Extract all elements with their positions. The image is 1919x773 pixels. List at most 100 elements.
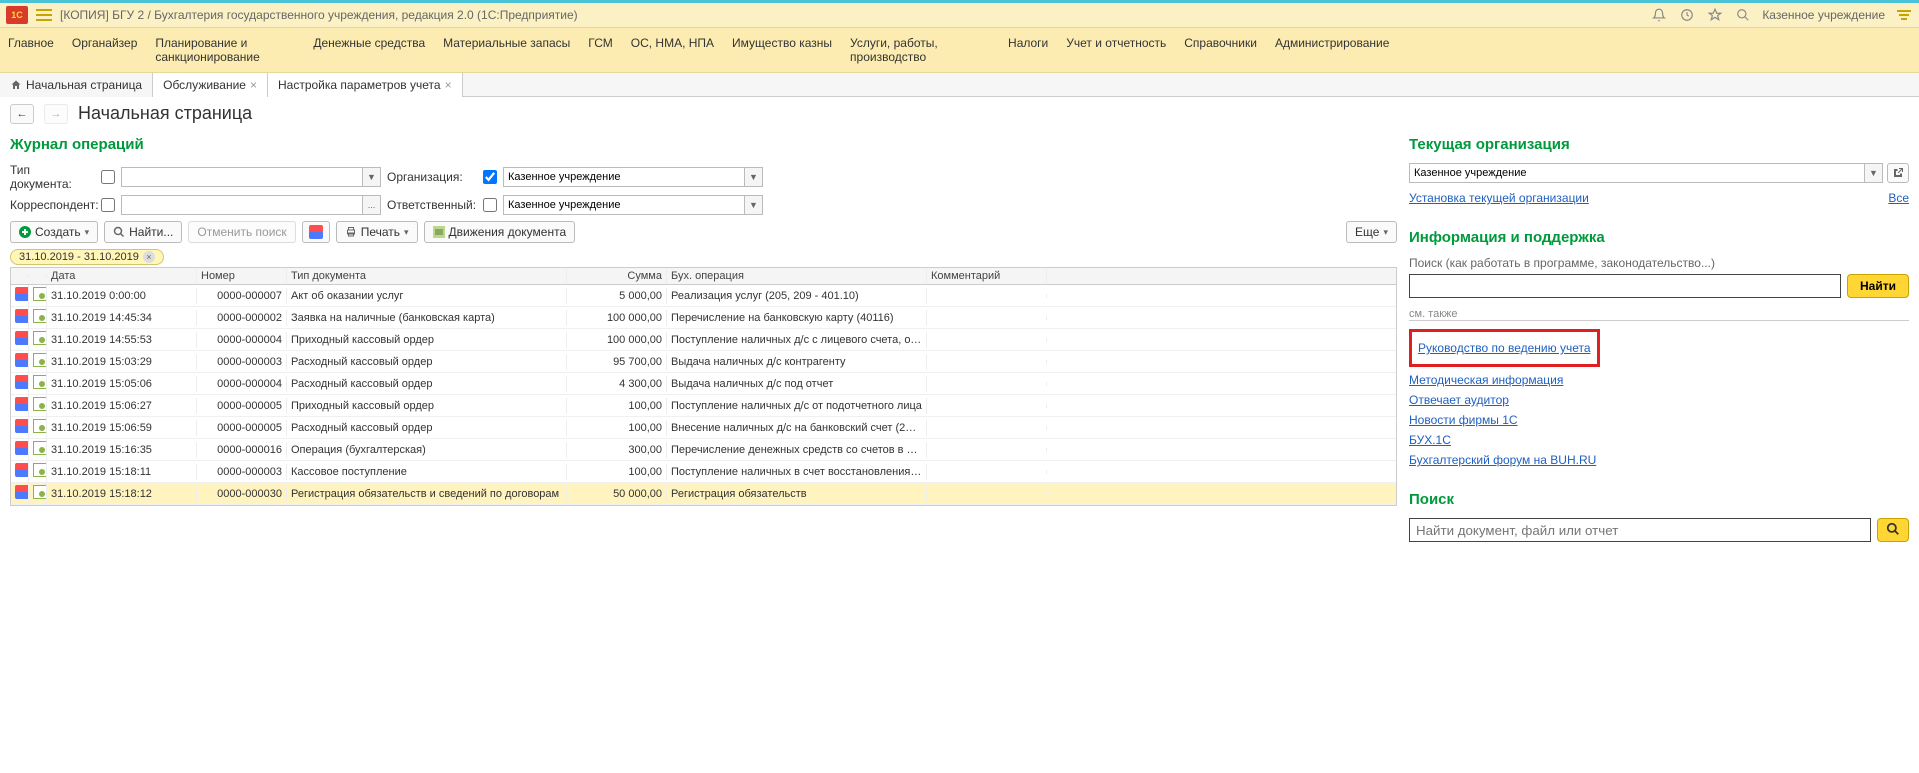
cancel-find-label: Отменить поиск — [197, 225, 286, 239]
table-row[interactable]: 31.10.2019 15:18:110000-000003Кассовое п… — [11, 461, 1396, 483]
close-icon[interactable]: × — [250, 78, 257, 92]
star-icon[interactable] — [1706, 6, 1724, 24]
org-check[interactable] — [483, 170, 497, 184]
page-title: Начальная страница — [78, 103, 252, 124]
history-icon[interactable] — [1678, 6, 1696, 24]
resp-field[interactable] — [503, 195, 745, 215]
dropdown-icon[interactable]: ▼ — [745, 167, 763, 187]
table-row[interactable]: 31.10.2019 14:45:340000-000002Заявка на … — [11, 307, 1396, 329]
doc-type-field[interactable] — [121, 167, 363, 187]
search-hint: Поиск (как работать в программе, законод… — [1409, 256, 1909, 270]
corr-check[interactable] — [101, 198, 115, 212]
burger-icon[interactable] — [36, 9, 52, 21]
open-org-button[interactable] — [1887, 163, 1909, 183]
menu-item[interactable]: ГСМ — [588, 36, 613, 50]
corr-field[interactable] — [121, 195, 363, 215]
more-button[interactable]: Еще▾ — [1346, 221, 1397, 243]
menu-item[interactable]: ОС, НМА, НПА — [631, 36, 714, 50]
info-link[interactable]: БУХ.1С — [1409, 433, 1909, 447]
titlebar: 1C [КОПИЯ] БГУ 2 / Бухгалтерия государст… — [0, 3, 1919, 28]
table-row[interactable]: 31.10.2019 0:00:000000-000007Акт об оказ… — [11, 285, 1396, 307]
info-find-button[interactable]: Найти — [1847, 274, 1909, 298]
table-row[interactable]: 31.10.2019 15:18:120000-000030Регистраци… — [11, 483, 1396, 505]
search-icon[interactable] — [1734, 6, 1752, 24]
date-range-label: 31.10.2019 - 31.10.2019 — [19, 251, 139, 263]
dropdown-icon[interactable]: ▼ — [745, 195, 763, 215]
dtkt-button[interactable] — [302, 221, 330, 243]
global-search-input[interactable] — [1409, 518, 1871, 542]
cell-op: Реализация услуг (205, 209 - 401.10) — [667, 288, 927, 304]
col-doc-type[interactable]: Тип документа — [287, 268, 567, 284]
table-row[interactable]: 31.10.2019 14:55:530000-000004Приходный … — [11, 329, 1396, 351]
info-link[interactable]: Отвечает аудитор — [1409, 393, 1909, 407]
table-row[interactable]: 31.10.2019 15:06:590000-000005Расходный … — [11, 417, 1396, 439]
cell-op: Выдача наличных д/с под отчет — [667, 376, 927, 392]
close-icon[interactable]: × — [445, 78, 452, 92]
menu-item[interactable]: Материальные запасы — [443, 36, 570, 50]
cell-comment — [927, 316, 1047, 320]
table-row[interactable]: 31.10.2019 15:03:290000-000003Расходный … — [11, 351, 1396, 373]
cell-comment — [927, 382, 1047, 386]
menu-item[interactable]: Учет и отчетность — [1066, 36, 1166, 50]
menu-item[interactable]: Главное — [8, 36, 54, 50]
col-sum[interactable]: Сумма — [567, 268, 667, 284]
tab[interactable]: Настройка параметров учета× — [268, 73, 463, 97]
doc-type-check[interactable] — [101, 170, 115, 184]
table-row[interactable]: 31.10.2019 15:05:060000-000004Расходный … — [11, 373, 1396, 395]
cell-date: 31.10.2019 15:06:27 — [47, 398, 197, 414]
menu-item[interactable]: Справочники — [1184, 36, 1257, 50]
menu-item[interactable]: Планирование и санкционирование — [155, 36, 295, 64]
doc-icon — [33, 397, 47, 411]
menu-item[interactable]: Имущество казны — [732, 36, 832, 50]
col-comment[interactable]: Комментарий — [927, 268, 1047, 284]
back-button[interactable]: ← — [10, 104, 34, 124]
bell-icon[interactable] — [1650, 6, 1668, 24]
forward-button[interactable]: → — [44, 104, 68, 124]
table-header: Дата Номер Тип документа Сумма Бух. опер… — [11, 268, 1396, 285]
cancel-find-button[interactable]: Отменить поиск — [188, 221, 295, 243]
create-button[interactable]: Создать ▾ — [10, 221, 98, 243]
org-field[interactable] — [503, 167, 745, 187]
cell-op: Поступление наличных в счет восстановлен… — [667, 464, 927, 480]
dtkt-icon — [15, 353, 29, 367]
tab[interactable]: Обслуживание× — [153, 73, 268, 97]
dropdown-icon[interactable]: ▼ — [363, 167, 381, 187]
info-link[interactable]: Методическая информация — [1409, 373, 1909, 387]
menu-item[interactable]: Органайзер — [72, 36, 138, 50]
info-link[interactable]: Руководство по ведению учета — [1418, 341, 1591, 355]
cell-date: 31.10.2019 15:06:59 — [47, 420, 197, 436]
cell-op: Внесение наличных д/с на банковский счет… — [667, 420, 927, 436]
resp-check[interactable] — [483, 198, 497, 212]
tab[interactable]: Начальная страница — [0, 73, 153, 97]
info-search-input[interactable] — [1409, 274, 1841, 298]
movements-button[interactable]: Движения документа — [424, 221, 576, 243]
dropdown-icon[interactable]: ▼ — [1865, 163, 1883, 183]
cell-date: 31.10.2019 14:45:34 — [47, 310, 197, 326]
panel-icon[interactable] — [1895, 6, 1913, 24]
menu-item[interactable]: Услуги, работы, производство — [850, 36, 990, 64]
cell-sum: 5 000,00 — [567, 288, 667, 304]
col-number[interactable]: Номер — [197, 268, 287, 284]
cell-number: 0000-000004 — [197, 376, 287, 392]
table-row[interactable]: 31.10.2019 15:06:270000-000005Приходный … — [11, 395, 1396, 417]
cell-doc-type: Расходный кассовый ордер — [287, 354, 567, 370]
all-link[interactable]: Все — [1888, 191, 1909, 205]
print-button[interactable]: Печать ▾ — [336, 221, 418, 243]
current-org-field[interactable] — [1409, 163, 1865, 183]
find-button[interactable]: Найти... — [104, 221, 182, 243]
menu-item[interactable]: Налоги — [1008, 36, 1048, 50]
doc-icon — [33, 309, 47, 323]
global-search-button[interactable] — [1877, 518, 1909, 542]
date-range-chip[interactable]: 31.10.2019 - 31.10.2019 × — [10, 249, 164, 265]
col-op[interactable]: Бух. операция — [667, 268, 927, 284]
col-date[interactable]: Дата — [47, 268, 197, 284]
titlebar-org-label[interactable]: Казенное учреждение — [1762, 8, 1885, 22]
info-link[interactable]: Бухгалтерский форум на BUH.RU — [1409, 453, 1909, 467]
info-link[interactable]: Новости фирмы 1С — [1409, 413, 1909, 427]
ellipsis-icon[interactable]: ... — [363, 195, 381, 215]
set-org-link[interactable]: Установка текущей организации — [1409, 191, 1589, 205]
close-icon[interactable]: × — [143, 251, 155, 263]
menu-item[interactable]: Денежные средства — [313, 36, 425, 50]
table-row[interactable]: 31.10.2019 15:16:350000-000016Операция (… — [11, 439, 1396, 461]
menu-item[interactable]: Администрирование — [1275, 36, 1389, 50]
